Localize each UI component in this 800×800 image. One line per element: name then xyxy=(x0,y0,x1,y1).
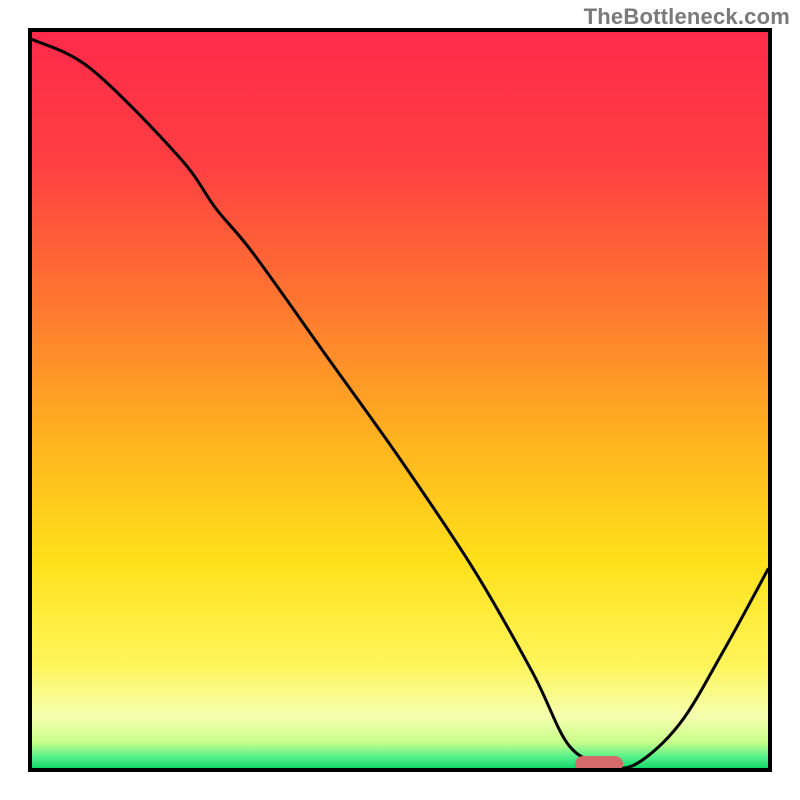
plot-frame xyxy=(28,28,772,772)
watermark-text: TheBottleneck.com xyxy=(584,4,790,30)
optimal-marker xyxy=(575,756,623,768)
bottleneck-curve xyxy=(32,32,768,768)
chart-stage: TheBottleneck.com xyxy=(0,0,800,800)
plot-inner xyxy=(32,32,768,768)
